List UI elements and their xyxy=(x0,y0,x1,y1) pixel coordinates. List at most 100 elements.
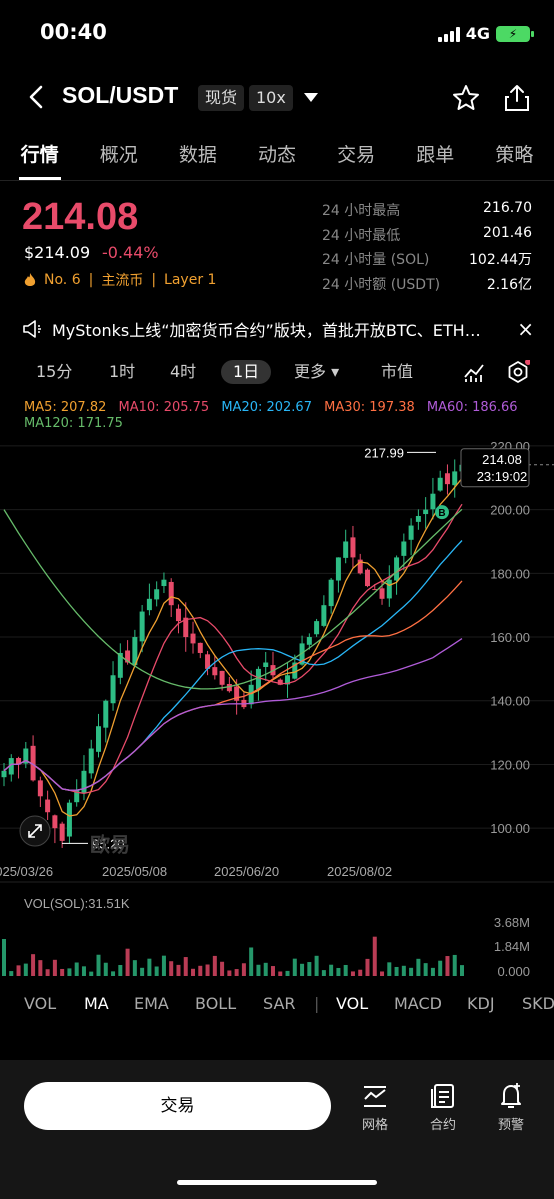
category-layer1[interactable]: Layer 1 xyxy=(164,272,216,288)
candle-body xyxy=(335,557,341,581)
tab-data[interactable]: 数据 xyxy=(175,140,221,180)
share-icon[interactable] xyxy=(502,83,532,113)
interval-1h[interactable]: 1时 xyxy=(109,360,135,384)
ind-vol-sub[interactable]: VOL xyxy=(336,994,368,1013)
divider xyxy=(0,180,554,181)
star-icon[interactable] xyxy=(451,83,481,113)
volume-bar xyxy=(2,939,6,976)
candle-body xyxy=(190,633,196,644)
alert-button[interactable]: 预警 xyxy=(481,1082,541,1133)
tab-market[interactable]: 行情 xyxy=(17,140,63,180)
ind-skd[interactable]: SKD xyxy=(522,994,554,1013)
trade-button[interactable]: 交易 xyxy=(24,1082,331,1130)
ind-kdj[interactable]: KDJ xyxy=(467,994,495,1013)
candle-body xyxy=(226,683,232,692)
dropdown-triangle-icon[interactable] xyxy=(304,93,318,103)
tab-overview[interactable]: 概况 xyxy=(96,140,142,180)
ma-line xyxy=(3,503,463,795)
tab-strategy[interactable]: 策略 xyxy=(491,140,537,180)
candle-body xyxy=(394,557,400,581)
ind-sar[interactable]: SAR xyxy=(263,994,296,1013)
settings-icon[interactable] xyxy=(506,360,530,384)
price-change: -0.44% xyxy=(102,243,159,262)
market-cap-toggle[interactable]: 市值 xyxy=(381,360,413,384)
contract-icon xyxy=(431,1084,454,1108)
candle-body xyxy=(146,598,152,611)
battery-icon: ⚡ xyxy=(496,25,534,42)
countdown-label: 23:19:02 xyxy=(477,469,528,484)
ma-line xyxy=(3,638,463,791)
interval-1d[interactable]: 1日 xyxy=(221,360,272,384)
rank-badge[interactable]: No. 6 xyxy=(44,272,81,288)
back-arrow-icon[interactable] xyxy=(24,84,50,110)
ind-macd[interactable]: MACD xyxy=(394,994,442,1013)
grid-button[interactable]: 网格 xyxy=(345,1082,405,1133)
volume-bar xyxy=(365,958,370,976)
stat-value: 216.70 xyxy=(483,200,532,216)
volume-bar xyxy=(154,966,159,976)
contract-label: 合约 xyxy=(429,1118,456,1133)
ind-boll[interactable]: BOLL xyxy=(195,994,236,1013)
candle-body xyxy=(423,509,429,515)
usd-price: $214.09 xyxy=(24,243,91,262)
ind-ema[interactable]: EMA xyxy=(134,994,169,1013)
grid-label: 网格 xyxy=(361,1118,388,1133)
high-marker-label: 217.99 xyxy=(364,445,404,460)
pair-title[interactable]: SOL/USDT xyxy=(62,82,178,109)
candle-body xyxy=(430,493,436,510)
candle-body xyxy=(306,637,312,645)
ma-legend: MA5: 207.82 MA10: 205.75 MA20: 202.67 MA… xyxy=(24,400,534,432)
volume-bar xyxy=(270,966,275,976)
stat-label: 24 小时最低 xyxy=(322,227,401,244)
volume-bar xyxy=(380,971,385,976)
ma120-line xyxy=(3,508,463,690)
volume-bar xyxy=(176,964,181,976)
volume-bar xyxy=(452,954,457,976)
indicator-icon[interactable] xyxy=(463,361,485,383)
candle-body xyxy=(255,668,261,690)
tab-news[interactable]: 动态 xyxy=(254,140,300,180)
candle-body xyxy=(452,471,458,486)
stat-row: 24 小时量 (SOL) 102.44万 xyxy=(322,249,532,274)
candle-body xyxy=(444,473,450,485)
candle-body xyxy=(401,541,407,556)
candle-body xyxy=(263,662,269,667)
volume-bar xyxy=(31,954,36,976)
announcement-bar[interactable]: MyStonks上线“加密货币合约”版块，首批开放BTC、ETH… × xyxy=(22,316,534,342)
candle-body xyxy=(52,815,58,829)
price-chart[interactable]: 220.00200.00180.00160.00140.00120.00100.… xyxy=(0,430,554,885)
home-indicator xyxy=(177,1180,377,1185)
category-mainstream[interactable]: 主流币 xyxy=(101,270,143,290)
volume-bar xyxy=(430,967,435,976)
ind-ma[interactable]: MA xyxy=(84,994,109,1013)
announcement-text[interactable]: MyStonks上线“加密货币合约”版块，首批开放BTC、ETH… xyxy=(52,317,507,341)
stats-panel: 24 小时最高 216.70 24 小时最低 201.46 24 小时量 (SOL)… xyxy=(322,200,532,298)
x-tick-label: 2025/08/02 xyxy=(327,864,392,879)
candle-body xyxy=(66,802,72,837)
contract-button[interactable]: 合约 xyxy=(413,1082,473,1133)
volume-bar xyxy=(227,970,232,976)
close-icon[interactable]: × xyxy=(517,317,534,341)
interval-4h[interactable]: 4时 xyxy=(170,360,196,384)
volume-bar xyxy=(241,963,246,976)
tab-trade[interactable]: 交易 xyxy=(333,140,379,180)
volume-bar xyxy=(234,969,239,976)
volume-bar xyxy=(38,960,43,976)
stat-value: 102.44万 xyxy=(469,252,532,268)
ind-vol-main[interactable]: VOL xyxy=(24,994,56,1013)
candle-body xyxy=(212,667,218,676)
expand-icon[interactable] xyxy=(19,815,51,847)
tab-copy[interactable]: 跟单 xyxy=(412,140,458,180)
ma60-label: MA60: 186.66 xyxy=(426,400,518,415)
megaphone-icon xyxy=(23,320,41,338)
interval-15m[interactable]: 15分 xyxy=(36,360,72,384)
ma30-label: MA30: 197.38 xyxy=(324,400,415,415)
candle-body xyxy=(379,588,385,599)
volume-bar xyxy=(118,964,123,976)
candle-body xyxy=(321,605,327,626)
divider: | xyxy=(314,994,320,1013)
interval-more[interactable]: 更多 ▾ xyxy=(294,360,339,384)
volume-bar xyxy=(445,956,450,976)
leverage-tag[interactable]: 10x xyxy=(249,85,293,111)
ma5-label: MA5: 207.82 xyxy=(24,400,107,415)
